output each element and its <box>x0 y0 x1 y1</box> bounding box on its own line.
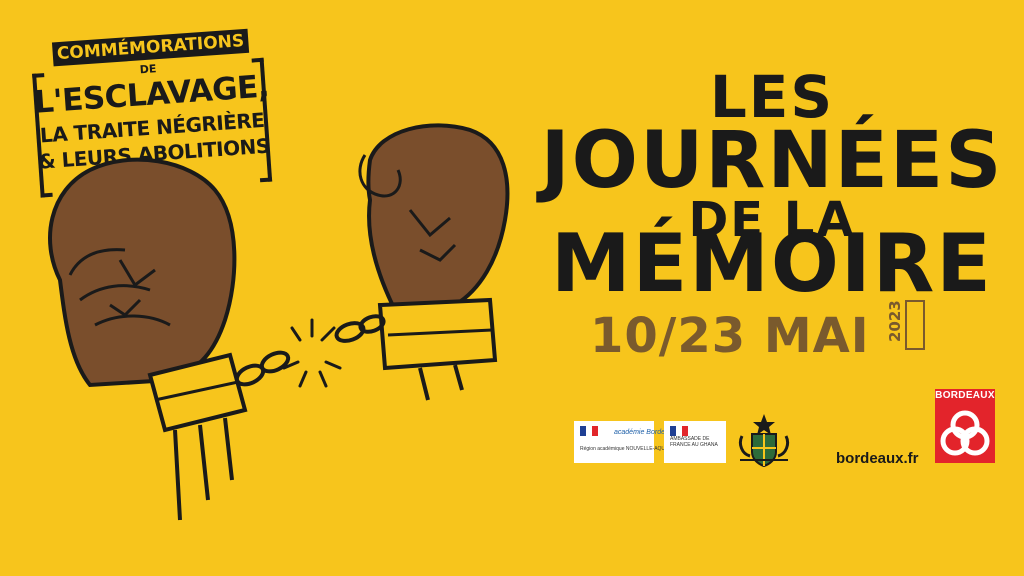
website-link[interactable]: bordeaux.fr <box>836 450 919 467</box>
raised-fist-icon <box>358 123 510 401</box>
title-line-4: MÉMOIRE <box>551 217 993 310</box>
french-flag-icon <box>670 426 688 436</box>
poster: COMMÉMORATIONS DE L'ESCLAVAGE, LA TRAITE… <box>0 0 1024 576</box>
bordeaux-label: BORDEAUX <box>935 390 995 401</box>
ghana-coat-of-arms-icon <box>738 414 790 468</box>
event-year: 2023 <box>886 300 904 342</box>
title-line-2: JOURNÉES <box>540 116 1004 206</box>
year-box <box>905 300 925 350</box>
ambassade-name: AMBASSADE DE FRANCE AU GHANA <box>670 436 718 448</box>
broken-chain-icon <box>48 123 510 521</box>
ambassade-logo: AMBASSADE DE FRANCE AU GHANA <box>664 421 726 463</box>
raised-fist-icon <box>48 157 248 521</box>
french-flag-icon <box>580 426 598 436</box>
academie-logo: académie Bordeaux Région académique NOUV… <box>574 421 681 463</box>
event-dates: 10/23 MAI <box>590 308 870 364</box>
